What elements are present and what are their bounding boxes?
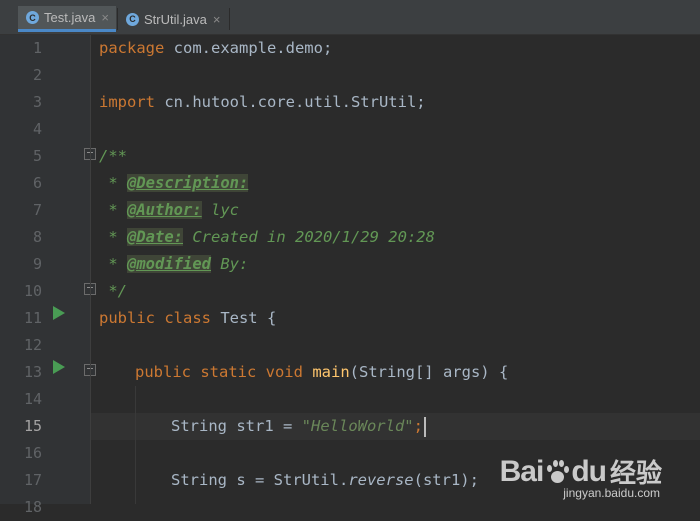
line-number-gutter: 1 2 3 4 5 6 7 8 9 10 11 12 13 14 15 16 1… bbox=[0, 35, 96, 516]
paw-logo-icon bbox=[545, 459, 570, 485]
line-number: 4 bbox=[32, 120, 42, 138]
tab-label: Test.java bbox=[44, 10, 96, 25]
code-line-9: * @modified By: bbox=[99, 251, 248, 278]
doc-tag: @Date: bbox=[127, 228, 183, 246]
tab-test-java[interactable]: C Test.java × bbox=[18, 6, 116, 32]
code-line-3: import cn.hutool.core.util.StrUtil; bbox=[99, 89, 426, 116]
code-text: String s = StrUtil. bbox=[171, 471, 349, 489]
doc-tag: @modified bbox=[127, 255, 211, 273]
tab-strutil-java[interactable]: C StrUtil.java × bbox=[118, 6, 228, 32]
keyword: import bbox=[99, 93, 155, 111]
line-number: 10 bbox=[23, 282, 42, 300]
line-number: 13 bbox=[23, 363, 42, 381]
doc-star: * bbox=[99, 201, 127, 219]
code-line-13: public static void main(String[] args) { bbox=[135, 359, 508, 386]
line-number: 7 bbox=[32, 201, 42, 219]
close-icon[interactable]: × bbox=[213, 12, 221, 27]
run-class-icon[interactable] bbox=[53, 306, 65, 320]
doc-text: lyc bbox=[201, 201, 239, 219]
doc-tag: @Description: bbox=[127, 174, 249, 192]
keyword: public class bbox=[99, 309, 211, 327]
tab-strip-edge bbox=[0, 28, 18, 32]
doc-star: * bbox=[99, 255, 127, 273]
code-line-11: public class Test { bbox=[99, 305, 276, 332]
line-number: 6 bbox=[32, 174, 42, 192]
keyword: public static void bbox=[135, 363, 303, 381]
code-text: (String[] args) { bbox=[349, 363, 509, 381]
indent-guide bbox=[135, 386, 136, 504]
code-line-17: String s = StrUtil.reverse(str1); bbox=[171, 467, 479, 494]
code-line-10: */ bbox=[99, 282, 127, 300]
line-number: 12 bbox=[23, 336, 42, 354]
java-class-icon: C bbox=[126, 12, 139, 26]
line-number: 16 bbox=[23, 444, 42, 462]
line-number: 9 bbox=[32, 255, 42, 273]
line-number: 2 bbox=[32, 66, 42, 84]
watermark-suffix: 经验 bbox=[609, 458, 662, 488]
line-number: 14 bbox=[23, 390, 42, 408]
tab-separator bbox=[229, 8, 230, 30]
code-text: com.example.demo; bbox=[164, 39, 333, 57]
doc-text: By: bbox=[211, 255, 249, 273]
editor-tab-bar: C Test.java × C StrUtil.java × bbox=[0, 0, 700, 35]
code-line-1: package com.example.demo; bbox=[99, 35, 332, 62]
code-line-15: String str1 = "HelloWorld"; bbox=[171, 413, 426, 440]
doc-text: Created in 2020/1/29 20:28 bbox=[183, 228, 435, 246]
line-number: 8 bbox=[32, 228, 42, 246]
line-number: 17 bbox=[23, 471, 42, 489]
code-text: String str1 = bbox=[171, 417, 302, 435]
watermark-brand: Bai bbox=[499, 454, 545, 488]
string-literal: "HelloWorld" bbox=[301, 417, 414, 435]
close-icon[interactable]: × bbox=[101, 10, 109, 25]
code-line-5: /** bbox=[99, 147, 127, 165]
code-line-6: * @Description: bbox=[99, 170, 249, 197]
code-editor[interactable]: package com.example.demo; import cn.huto… bbox=[91, 35, 700, 504]
line-number: 11 bbox=[23, 309, 42, 327]
method-call: reverse bbox=[348, 471, 414, 489]
watermark-url: jingyan.baidu.com bbox=[563, 486, 660, 500]
line-number: 18 bbox=[23, 498, 42, 516]
watermark-brand-2: du bbox=[571, 454, 607, 488]
tab-label: StrUtil.java bbox=[144, 11, 207, 27]
semicolon: ; bbox=[413, 417, 423, 435]
code-line-8: * @Date: Created in 2020/1/29 20:28 bbox=[99, 224, 435, 251]
keyword: package bbox=[99, 39, 165, 57]
code-line-7: * @Author: lyc bbox=[99, 197, 239, 224]
doc-star: * bbox=[99, 174, 127, 192]
method-name: main bbox=[312, 363, 350, 381]
baidu-jingyan-watermark: Bai du 经验 bbox=[500, 453, 662, 490]
doc-star: * bbox=[99, 228, 127, 246]
line-number: 5 bbox=[32, 147, 42, 165]
code-text: cn.hutool.core.util.StrUtil; bbox=[155, 93, 426, 111]
line-number: 3 bbox=[32, 93, 42, 111]
run-main-icon[interactable] bbox=[53, 360, 65, 374]
line-number: 1 bbox=[32, 39, 42, 57]
code-text: Test { bbox=[210, 309, 277, 327]
text-caret bbox=[423, 416, 426, 437]
code-text: (str1); bbox=[413, 471, 479, 489]
java-class-icon: C bbox=[26, 11, 39, 24]
line-number-current: 15 bbox=[23, 417, 42, 435]
doc-tag: @Author: bbox=[127, 201, 202, 219]
